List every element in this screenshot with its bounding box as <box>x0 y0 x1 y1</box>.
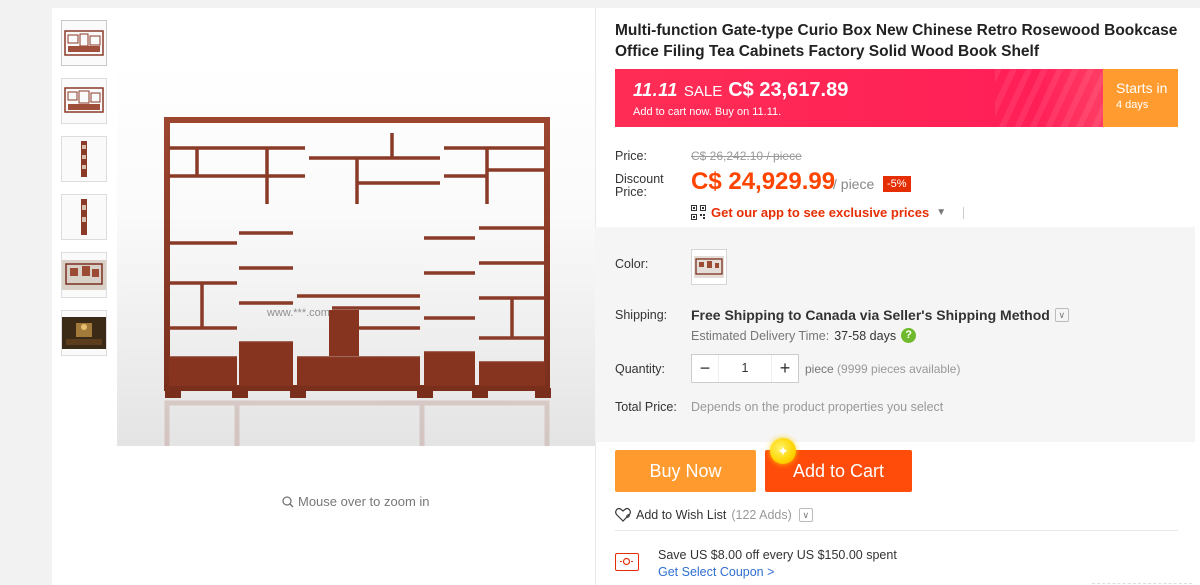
wishlist-label: Add to Wish List <box>636 507 727 522</box>
delivery-days: 37-58 days <box>834 328 897 343</box>
get-coupon-link[interactable]: Get Select Coupon > <box>658 565 774 579</box>
magnifier-icon <box>282 495 294 508</box>
discount-price-label: Discount Price: <box>615 172 664 199</box>
color-label: Color: <box>615 257 649 271</box>
thumbnail-4[interactable] <box>61 194 107 240</box>
quantity-available: (9999 pieces available) <box>837 362 961 376</box>
promo-countdown: Starts in 4 days <box>1103 69 1178 127</box>
quantity-stepper: − 1 + <box>691 354 799 383</box>
help-icon[interactable]: ? <box>901 328 917 343</box>
main-product-image[interactable]: www.***.com <box>117 58 595 446</box>
image-watermark: www.***.com <box>266 307 330 319</box>
quantity-input[interactable]: 1 <box>718 355 772 382</box>
buy-now-button[interactable]: Buy Now <box>615 450 756 492</box>
coupon-offer-text: Save US $8.00 off every US $150.00 spent <box>658 548 897 562</box>
delivery-estimate: Estimated Delivery Time: 37-58 days ? <box>691 328 917 343</box>
coin-sparkle-icon: ✦ <box>770 438 796 464</box>
thumbnail-5[interactable] <box>61 252 107 298</box>
promo-decoration <box>995 69 1105 127</box>
coupon-icon <box>615 553 639 571</box>
quantity-unit: piece <box>805 362 834 376</box>
wishlist-count: (122 Adds) <box>731 507 792 522</box>
product-info-panel: Multi-function Gate-type Curio Box New C… <box>595 8 1195 579</box>
quantity-label: Quantity: <box>615 362 666 376</box>
thumbnail-3[interactable] <box>61 136 107 182</box>
product-options: Color: Shipping: Free Shipping to Canada… <box>595 227 1195 442</box>
sale-promo-banner: 11.11 SALE C$ 23,617.89 Add to cart now.… <box>615 69 1178 127</box>
total-price-note: Depends on the product properties you se… <box>691 400 944 414</box>
section-divider <box>615 530 1178 531</box>
color-option-swatch[interactable] <box>691 249 727 285</box>
caret-down-icon: ▼ <box>936 207 947 218</box>
product-title: Multi-function Gate-type Curio Box New C… <box>615 22 1178 60</box>
countdown-value: 4 days <box>1116 99 1149 111</box>
countdown-label: Starts in <box>1116 80 1168 96</box>
heart-icon <box>615 507 631 522</box>
promo-event: 11.11 <box>633 80 678 100</box>
shipping-label: Shipping: <box>615 308 668 322</box>
chevron-down-icon[interactable]: ∨ <box>1054 308 1069 322</box>
promo-sale-label: SALE <box>683 83 723 100</box>
bookcase-illustration: www.***.com <box>164 117 551 446</box>
total-price-label: Total Price: <box>615 400 677 414</box>
wishlist-row[interactable]: Add to Wish List (122 Adds) ∨ <box>615 507 813 522</box>
thumbnail-6[interactable] <box>61 310 107 356</box>
original-price-row: Price: C$ 26,242.10 / piece <box>615 149 802 163</box>
quantity-availability: piece (9999 pieces available) <box>805 362 960 376</box>
chevron-down-icon[interactable]: ∨ <box>798 507 813 522</box>
app-promo-text: Get our app to see exclusive prices <box>711 205 930 220</box>
quantity-increase-button[interactable]: + <box>772 355 798 382</box>
thumbnail-strip <box>61 20 109 368</box>
thumbnail-2[interactable] <box>61 78 107 124</box>
separator <box>963 206 965 219</box>
zoom-hint: Mouse over to zoom in <box>282 494 430 509</box>
app-promo-link[interactable]: Get our app to see exclusive prices ▼ <box>691 205 965 220</box>
original-price: C$ 26,242.10 / piece <box>691 149 802 163</box>
promo-price-line: 11.11 SALE C$ 23,617.89 <box>633 79 848 102</box>
color-swatch-image <box>694 256 724 278</box>
delivery-label: Estimated Delivery Time: <box>691 328 830 343</box>
price-label: Price: <box>615 149 647 163</box>
zoom-hint-text: Mouse over to zoom in <box>298 494 430 509</box>
qr-code-icon <box>691 205 706 220</box>
thumbnail-1[interactable] <box>61 20 107 66</box>
promo-note: Add to cart now. Buy on 11.11. <box>633 106 782 118</box>
promo-sale-price: C$ 23,617.89 <box>728 79 849 101</box>
shipping-method: Free Shipping to Canada via Seller's Shi… <box>691 307 1050 323</box>
product-page: www.***.com Mouse over to zoom in Multi-… <box>52 8 1200 585</box>
quantity-decrease-button[interactable]: − <box>692 355 718 382</box>
price-unit: / piece <box>833 176 875 192</box>
discount-badge: -5% <box>883 176 911 192</box>
shipping-method-selector[interactable]: Free Shipping to Canada via Seller's Shi… <box>691 307 1069 323</box>
discount-price: C$ 24,929.99 <box>691 168 836 195</box>
